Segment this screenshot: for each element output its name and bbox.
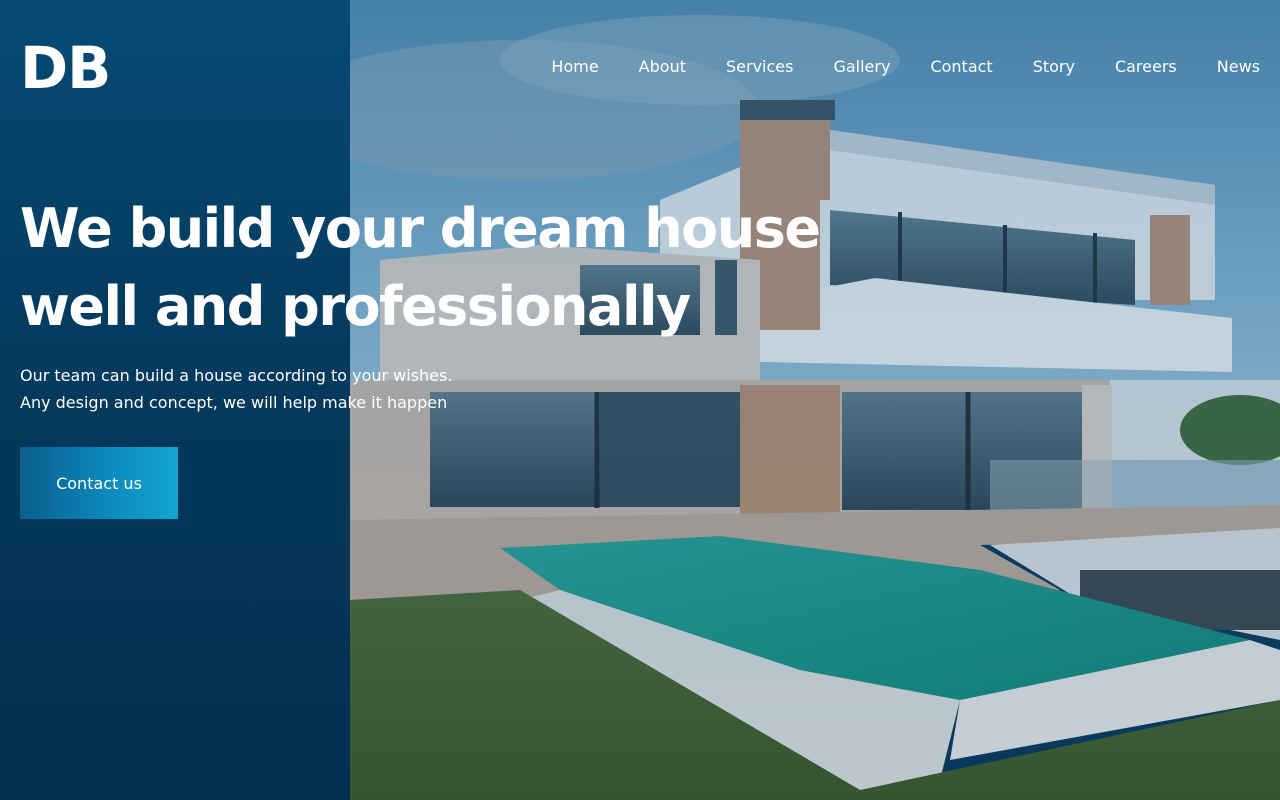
nav-item-gallery[interactable]: Gallery	[833, 56, 890, 78]
main-navigation: Home About Services Gallery Contact Stor…	[551, 56, 1260, 78]
nav-item-home[interactable]: Home	[551, 56, 598, 78]
contact-us-button[interactable]: Contact us	[20, 447, 178, 519]
nav-item-about[interactable]: About	[639, 56, 686, 78]
hero-headline: We build your dream house well and profe…	[20, 190, 821, 346]
hero-description-line-2: Any design and concept, we will help mak…	[20, 393, 448, 412]
nav-item-services[interactable]: Services	[726, 56, 793, 78]
hero-headline-line-1: We build your dream house	[20, 197, 821, 260]
hero-headline-line-2: well and professionally	[20, 275, 691, 338]
nav-item-news[interactable]: News	[1217, 56, 1260, 78]
hero-description: Our team can build a house according to …	[20, 362, 540, 416]
nav-item-careers[interactable]: Careers	[1115, 56, 1177, 78]
hero-description-line-1: Our team can build a house according to …	[20, 366, 453, 385]
brand-logo[interactable]: DB	[20, 30, 111, 106]
nav-item-contact[interactable]: Contact	[930, 56, 992, 78]
hero-section: DB Home About Services Gallery Contact S…	[0, 0, 1280, 800]
nav-item-story[interactable]: Story	[1033, 56, 1075, 78]
